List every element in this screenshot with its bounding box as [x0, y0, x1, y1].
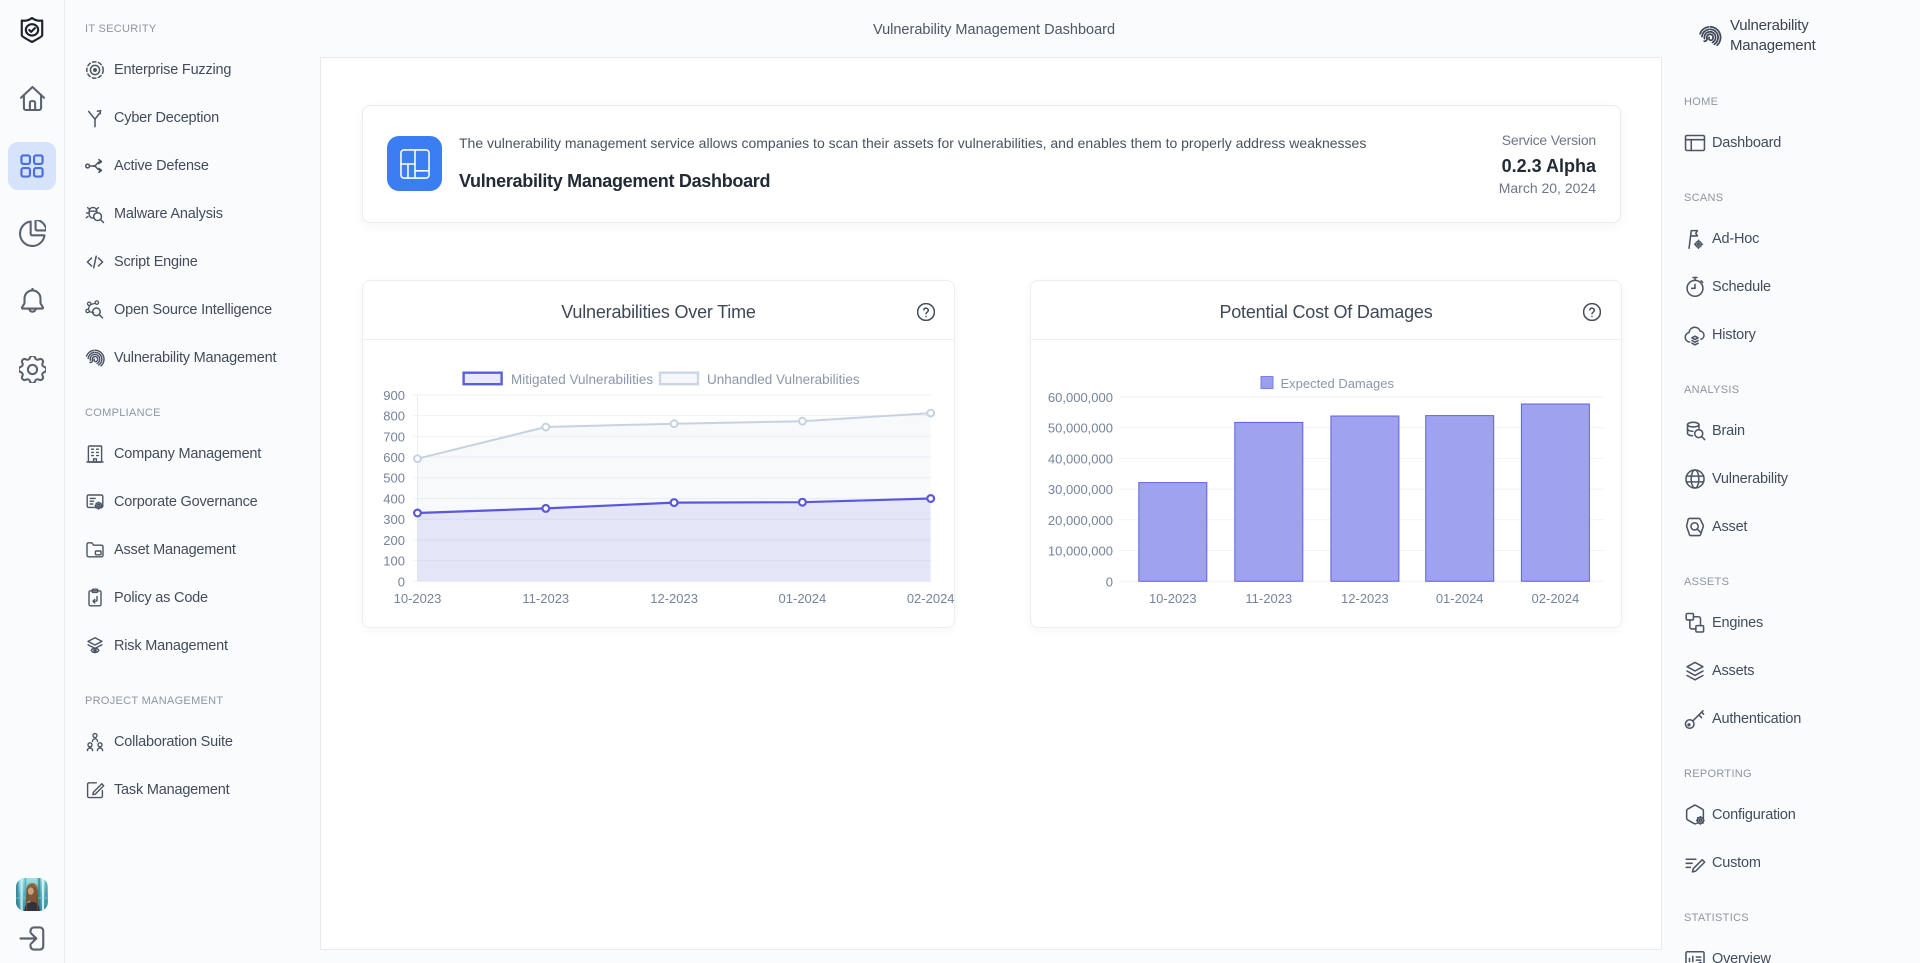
- svg-text:50,000,000: 50,000,000: [1048, 421, 1113, 436]
- svg-text:800: 800: [383, 409, 405, 424]
- svg-text:11-2023: 11-2023: [1245, 591, 1292, 606]
- svg-text:900: 900: [383, 388, 405, 403]
- svg-text:Mitigated Vulnerabilities: Mitigated Vulnerabilities: [511, 372, 653, 387]
- svg-text:10-2023: 10-2023: [394, 591, 442, 606]
- svg-text:02-2024: 02-2024: [907, 591, 955, 606]
- svg-text:Expected Damages: Expected Damages: [1281, 376, 1395, 391]
- svg-text:60,000,000: 60,000,000: [1048, 390, 1113, 405]
- svg-text:02-2024: 02-2024: [1532, 591, 1580, 606]
- svg-text:40,000,000: 40,000,000: [1048, 451, 1113, 466]
- svg-text:200: 200: [383, 533, 405, 548]
- svg-text:12-2023: 12-2023: [1341, 591, 1389, 606]
- svg-text:400: 400: [383, 492, 405, 507]
- svg-text:500: 500: [383, 471, 405, 486]
- svg-text:12-2023: 12-2023: [650, 591, 698, 606]
- svg-text:10,000,000: 10,000,000: [1048, 544, 1113, 559]
- svg-text:10-2023: 10-2023: [1149, 591, 1197, 606]
- svg-text:01-2024: 01-2024: [1436, 591, 1484, 606]
- svg-text:300: 300: [383, 512, 405, 527]
- svg-text:0: 0: [398, 574, 405, 589]
- svg-text:01-2024: 01-2024: [779, 591, 827, 606]
- svg-text:Unhandled Vulnerabilities: Unhandled Vulnerabilities: [707, 372, 860, 387]
- svg-text:20,000,000: 20,000,000: [1048, 513, 1113, 528]
- svg-text:30,000,000: 30,000,000: [1048, 482, 1113, 497]
- svg-text:600: 600: [383, 450, 405, 465]
- svg-text:11-2023: 11-2023: [522, 591, 569, 606]
- svg-text:100: 100: [383, 554, 405, 569]
- svg-text:700: 700: [383, 429, 405, 444]
- svg-text:0: 0: [1106, 574, 1113, 589]
